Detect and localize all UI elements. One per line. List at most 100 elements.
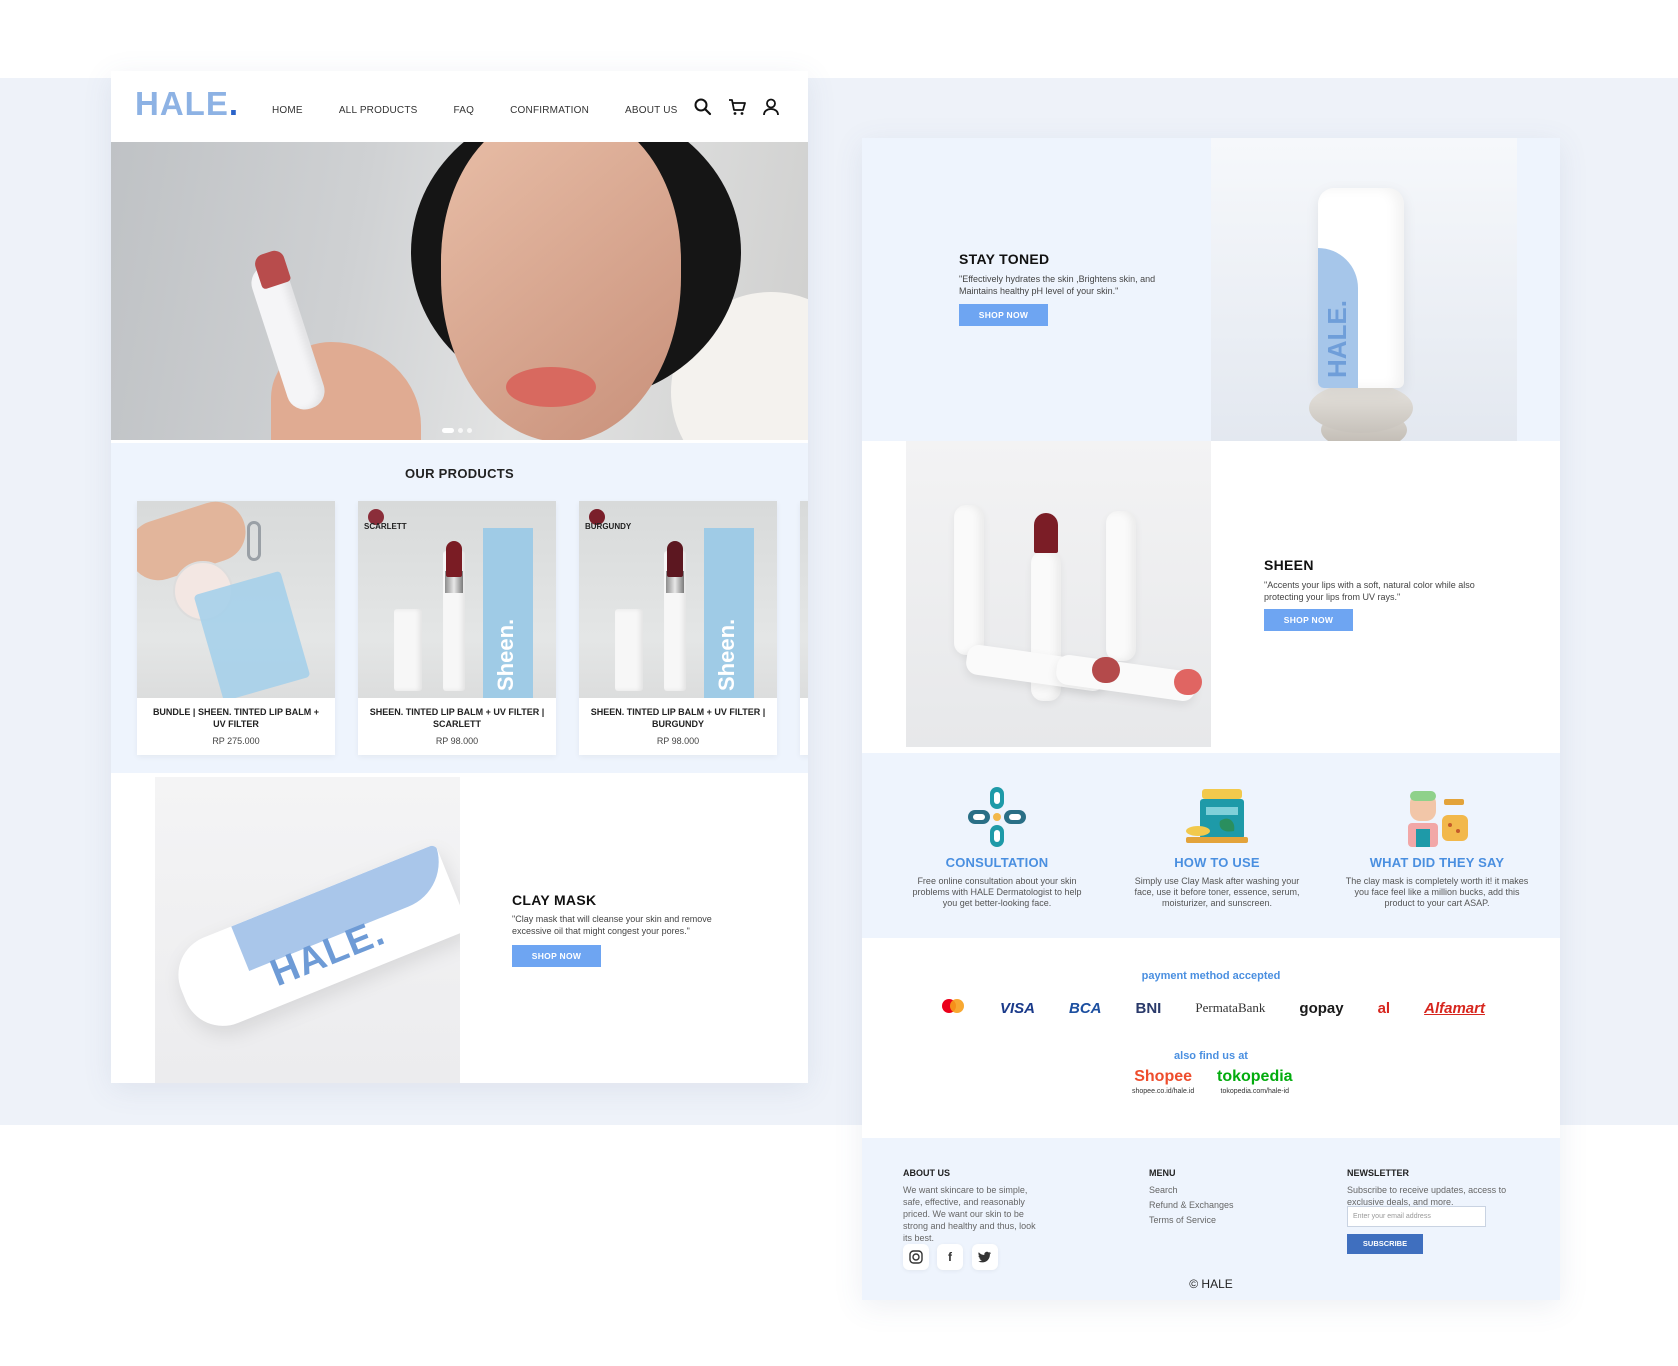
nav-confirmation[interactable]: CONFIRMATION xyxy=(510,105,589,116)
toned-shop-now-button[interactable]: SHOP NOW xyxy=(959,304,1048,326)
homepage-mockup-left: HALE. HOME ALL PRODUCTS FAQ CONFIRMATION… xyxy=(111,71,808,1083)
sheen-feature: SHEEN "Accents your lips with a soft, na… xyxy=(862,441,1560,753)
clay-title: CLAY MASK xyxy=(512,892,597,908)
footer-about-heading: ABOUT US xyxy=(903,1168,950,1178)
sheen-title: SHEEN xyxy=(1264,557,1314,573)
sheen-tube xyxy=(1106,511,1136,661)
info-title: HOW TO USE xyxy=(1174,855,1260,870)
payment-logos: VISA BCA BNI PermataBank gopay al Alfama… xyxy=(940,996,1485,1020)
product-card[interactable]: SCARLETT Sheen. SHEEN. TINTED LIP BALM +… xyxy=(358,501,556,755)
consultation-icon xyxy=(964,785,1030,849)
shade-label: SCARLETT xyxy=(364,522,407,531)
homepage-mockup-right: STAY TONED "Effectively hydrates the ski… xyxy=(862,138,1560,1300)
tokopedia-store[interactable]: tokopedia tokopedia.com/hale-id xyxy=(1217,1068,1293,1095)
hero-lip-balm xyxy=(246,259,330,415)
shade-label: BURGUNDY xyxy=(585,522,632,531)
hero-banner[interactable] xyxy=(111,142,808,440)
bca-logo: BCA xyxy=(1069,999,1102,1017)
footer-about-text: We want skincare to be simple, safe, eff… xyxy=(903,1185,1036,1243)
twitter-icon[interactable] xyxy=(972,1244,998,1270)
carousel-dot[interactable] xyxy=(467,428,472,433)
permatabank-logo: PermataBank xyxy=(1195,1000,1266,1015)
footer-menu-search[interactable]: Search xyxy=(1149,1184,1178,1196)
bottle-logo: HALE. xyxy=(1322,300,1352,378)
nav-home[interactable]: HOME xyxy=(272,105,303,116)
payment-title: payment method accepted xyxy=(1141,970,1281,982)
toned-title: STAY TONED xyxy=(959,251,1050,267)
mastercard-icon xyxy=(940,998,966,1018)
info-title: WHAT DID THEY SAY xyxy=(1369,855,1505,870)
info-title: CONSULTATION xyxy=(945,855,1049,870)
logo-text: HALE xyxy=(135,85,229,122)
carousel-dot[interactable] xyxy=(458,428,463,433)
product-card[interactable]: BUNDLE | SHEEN. TINTED LIP BALM + UV FIL… xyxy=(137,501,335,755)
gopay-logo: gopay xyxy=(1299,999,1344,1017)
copyright: © HALE xyxy=(1189,1277,1233,1291)
toned-image: HALE. xyxy=(1211,138,1517,441)
user-icon[interactable] xyxy=(761,97,781,117)
lip-bullet xyxy=(667,541,683,577)
sheen-shop-now-button[interactable]: SHOP NOW xyxy=(1264,609,1353,631)
product-name[interactable]: BUNDLE | SHEEN. TINTED LIP BALM + UV FIL… xyxy=(147,706,325,730)
main-nav: HOME ALL PRODUCTS FAQ CONFIRMATION ABOUT… xyxy=(272,105,714,116)
sheen-image xyxy=(906,441,1211,747)
header-icons xyxy=(693,97,781,117)
info-testimonial: WHAT DID THEY SAY The clay mask is compl… xyxy=(1337,785,1537,909)
nav-about-us[interactable]: ABOUT US xyxy=(625,105,678,116)
clay-mask-image: HALE. xyxy=(155,777,460,1083)
footer-menu-heading: MENU xyxy=(1149,1168,1176,1178)
stay-toned-feature: STAY TONED "Effectively hydrates the ski… xyxy=(862,138,1560,441)
shopee-store[interactable]: Shopee shopee.co.id/hale.id xyxy=(1132,1068,1194,1095)
cart-icon[interactable] xyxy=(727,97,747,117)
site-footer: ABOUT US We want skincare to be simple, … xyxy=(862,1138,1560,1300)
footer-newsletter-heading: NEWSLETTER xyxy=(1347,1168,1409,1178)
products-icon xyxy=(1184,785,1250,849)
sheen-desc: "Accents your lips with a soft, natural … xyxy=(1264,580,1475,602)
info-consultation: CONSULTATION Free online consultation ab… xyxy=(897,785,1097,909)
keyring xyxy=(247,521,261,561)
logo[interactable]: HALE. xyxy=(135,85,239,123)
info-how-to-use: HOW TO USE Simply use Clay Mask after wa… xyxy=(1117,785,1317,909)
product-name[interactable]: SHEEN. TINTED LIP BALM + UV FILTER | BUR… xyxy=(589,706,767,730)
find-us-title: also find us at xyxy=(1174,1050,1248,1062)
subscribe-button[interactable]: SUBSCRIBE xyxy=(1347,1234,1423,1254)
lip-bullet xyxy=(446,541,462,577)
product-card[interactable]: BURGUNDY Sheen. SHEEN. TINTED LIP BALM +… xyxy=(579,501,777,755)
nav-all-products[interactable]: ALL PRODUCTS xyxy=(339,105,418,116)
bni-logo: BNI xyxy=(1135,999,1162,1017)
footer-menu-refund[interactable]: Refund & Exchanges xyxy=(1149,1199,1234,1211)
products-title: OUR PRODUCTS xyxy=(404,466,515,481)
shopee-logo: Shopee xyxy=(1134,1068,1193,1085)
search-icon[interactable] xyxy=(693,97,713,117)
email-field[interactable]: Enter your email address xyxy=(1347,1206,1486,1227)
product-name[interactable]: SHEEN. TINTED LIP BALM + UV FILTER | SCA… xyxy=(368,706,546,730)
hero-lips-shape xyxy=(506,367,596,407)
clay-tube: HALE. xyxy=(166,844,460,1038)
info-section: CONSULTATION Free online consultation ab… xyxy=(862,753,1560,938)
instagram-icon[interactable] xyxy=(903,1244,929,1270)
footer-menu-terms[interactable]: Terms of Service xyxy=(1149,1214,1216,1226)
clay-shop-now-button[interactable]: SHOP NOW xyxy=(512,945,601,967)
product-price: RP 98.000 xyxy=(656,736,700,746)
logo-dot: . xyxy=(228,85,240,122)
product-image: SCARLETT Sheen. xyxy=(358,501,556,698)
product-image: BURGUNDY Sheen. xyxy=(579,501,777,698)
product-price: RP 98.000 xyxy=(435,736,479,746)
products-section: OUR PRODUCTS BUNDLE | SHEEN. TINTED LIP … xyxy=(111,443,808,773)
box-brand: Sheen. xyxy=(493,618,518,691)
product-image xyxy=(800,501,808,698)
tokopedia-url: tokopedia.com/hale-id xyxy=(1220,1088,1290,1095)
testimonial-icon xyxy=(1404,785,1470,849)
clay-mask-feature: HALE. CLAY MASK "Clay mask that will cle… xyxy=(111,773,808,1083)
lip-cap xyxy=(615,609,643,691)
carousel-dots xyxy=(442,428,472,433)
carousel-dot[interactable] xyxy=(442,428,454,433)
site-header: HALE. HOME ALL PRODUCTS FAQ CONFIRMATION… xyxy=(111,71,808,142)
stone xyxy=(1309,383,1413,433)
sheen-bullet xyxy=(1092,657,1120,683)
facebook-icon[interactable]: f xyxy=(937,1244,963,1270)
sheen-tube xyxy=(954,505,984,655)
nav-faq[interactable]: FAQ xyxy=(454,105,475,116)
product-card-partial[interactable] xyxy=(800,501,808,755)
toned-desc: "Effectively hydrates the skin ,Brighten… xyxy=(959,274,1156,296)
